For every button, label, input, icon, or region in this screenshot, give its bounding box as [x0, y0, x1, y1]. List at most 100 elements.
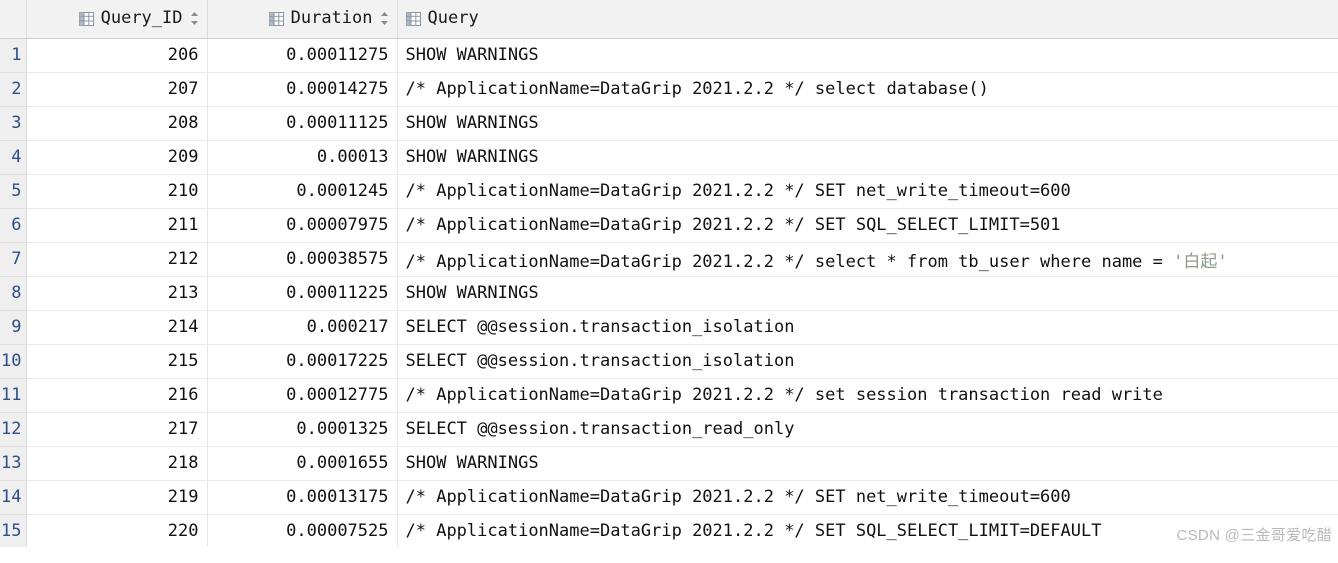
table-row[interactable]: 12 217 0.0001325 SELECT @@session.transacti…	[0, 412, 1338, 447]
cell-query-id[interactable]: 211	[26, 208, 208, 243]
row-number-cell[interactable]: 3	[0, 106, 27, 141]
cell-query[interactable]: SHOW WARNINGS	[397, 106, 1338, 141]
cell-query-id[interactable]: 206	[26, 38, 208, 73]
row-number: 1	[11, 45, 22, 65]
row-number-cell[interactable]: 6	[0, 208, 27, 243]
cell-query[interactable]: SELECT @@session.transaction_isolation	[397, 344, 1338, 379]
table-icon	[268, 11, 284, 26]
sort-toggle-icon[interactable]	[190, 11, 199, 26]
cell-duration[interactable]: 0.00011225	[207, 276, 398, 311]
cell-duration[interactable]: 0.0001245	[207, 174, 398, 209]
column-header-duration[interactable]: Duration	[207, 0, 398, 39]
table-row[interactable]: 1 206 0.00011275 SHOW WARNINGS	[0, 38, 1338, 73]
row-number-column-header[interactable]	[0, 0, 27, 39]
row-number-cell[interactable]: 2	[0, 72, 27, 107]
row-number-cell[interactable]: 10	[0, 344, 27, 379]
cell-duration[interactable]: 0.00013	[207, 140, 398, 175]
cell-duration[interactable]: 0.0001325	[207, 412, 398, 447]
row-number-cell[interactable]: 13	[0, 446, 27, 481]
table-row[interactable]: 13 218 0.0001655 SHOW WARNINGS	[0, 446, 1338, 481]
cell-query-id[interactable]: 210	[26, 174, 208, 209]
row-number: 6	[11, 215, 22, 235]
cell-query-id[interactable]: 218	[26, 446, 208, 481]
cell-query[interactable]: /* ApplicationName=DataGrip 2021.2.2 */ …	[397, 174, 1338, 209]
cell-query-id[interactable]: 208	[26, 106, 208, 141]
table-row[interactable]: 3 208 0.00011125 SHOW WARNINGS	[0, 106, 1338, 141]
table-row[interactable]: 15 220 0.00007525 /* ApplicationName=DataGr…	[0, 514, 1338, 547]
cell-duration[interactable]: 0.00007975	[207, 208, 398, 243]
row-number: 13	[1, 453, 22, 473]
cell-query-id[interactable]: 220	[26, 514, 208, 547]
table-row[interactable]: 4 209 0.00013 SHOW WARNINGS	[0, 140, 1338, 175]
cell-query[interactable]: /* ApplicationName=DataGrip 2021.2.2 */ …	[397, 480, 1338, 515]
cell-query[interactable]: /* ApplicationName=DataGrip 2021.2.2 */ …	[397, 514, 1338, 547]
row-number-cell[interactable]: 9	[0, 310, 27, 345]
row-number: 12	[1, 419, 22, 439]
cell-query-id[interactable]: 213	[26, 276, 208, 311]
row-number-cell[interactable]: 5	[0, 174, 27, 209]
cell-duration[interactable]: 0.00011275	[207, 38, 398, 73]
cell-duration[interactable]: 0.00014275	[207, 72, 398, 107]
cell-query-id[interactable]: 217	[26, 412, 208, 447]
table-row[interactable]: 8 213 0.00011225 SHOW WARNINGS	[0, 276, 1338, 311]
cell-query[interactable]: SHOW WARNINGS	[397, 140, 1338, 175]
cell-query-id[interactable]: 214	[26, 310, 208, 345]
cell-query[interactable]: SHOW WARNINGS	[397, 276, 1338, 311]
row-number: 9	[11, 317, 22, 337]
cell-query[interactable]: SHOW WARNINGS	[397, 38, 1338, 73]
query-text: SELECT @@session.transaction_read_only	[405, 419, 795, 439]
row-number: 11	[1, 385, 22, 405]
cell-query[interactable]: /* ApplicationName=DataGrip 2021.2.2 */ …	[397, 378, 1338, 413]
row-number-cell[interactable]: 15	[0, 514, 27, 547]
query-text: SHOW WARNINGS	[405, 45, 539, 65]
cell-query-id[interactable]: 219	[26, 480, 208, 515]
row-number-cell[interactable]: 14	[0, 480, 27, 515]
table-row[interactable]: 14 219 0.00013175 /* ApplicationName=DataGr…	[0, 480, 1338, 515]
query-text: /* ApplicationName=DataGrip 2021.2.2 */ …	[405, 251, 1174, 272]
row-number-cell[interactable]: 12	[0, 412, 27, 447]
query-text: /* ApplicationName=DataGrip 2021.2.2 */ …	[405, 487, 1071, 507]
table-row[interactable]: 6 211 0.00007975 /* ApplicationName=DataGri…	[0, 208, 1338, 243]
cell-duration[interactable]: 0.000217	[207, 310, 398, 345]
sort-toggle-icon[interactable]	[380, 11, 389, 26]
row-number-cell[interactable]: 1	[0, 38, 27, 73]
table-row[interactable]: 7 212 0.00038575 /* ApplicationName=DataGri…	[0, 242, 1338, 277]
table-row[interactable]: 2 207 0.00014275 /* ApplicationName=DataGri…	[0, 72, 1338, 107]
table-icon	[405, 11, 421, 26]
table-row[interactable]: 5 210 0.0001245 /* ApplicationName=DataGrip…	[0, 174, 1338, 209]
table-row[interactable]: 10 215 0.00017225 SELECT @@session.transact…	[0, 344, 1338, 379]
cell-duration[interactable]: 0.00011125	[207, 106, 398, 141]
table-icon	[78, 11, 94, 26]
cell-duration[interactable]: 0.00017225	[207, 344, 398, 379]
cell-query-id[interactable]: 209	[26, 140, 208, 175]
cell-query-id[interactable]: 216	[26, 378, 208, 413]
cell-query-id[interactable]: 215	[26, 344, 208, 379]
table-header: Query_ID Duration Query	[0, 0, 1338, 39]
cell-query[interactable]: /* ApplicationName=DataGrip 2021.2.2 */ …	[397, 72, 1338, 107]
cell-query[interactable]: SHOW WARNINGS	[397, 446, 1338, 481]
query-text: SHOW WARNINGS	[405, 147, 539, 167]
table-row[interactable]: 9 214 0.000217 SELECT @@session.transaction…	[0, 310, 1338, 345]
row-number-cell[interactable]: 4	[0, 140, 27, 175]
table-body: 1 206 0.00011275 SHOW WARNINGS 2 207 0.0001427…	[0, 38, 1338, 547]
cell-duration[interactable]: 0.00012775	[207, 378, 398, 413]
cell-duration[interactable]: 0.00013175	[207, 480, 398, 515]
cell-duration[interactable]: 0.0001655	[207, 446, 398, 481]
row-number-cell[interactable]: 8	[0, 276, 27, 311]
row-number: 8	[11, 283, 22, 303]
cell-query-id[interactable]: 207	[26, 72, 208, 107]
row-number-cell[interactable]: 11	[0, 378, 27, 413]
cell-duration[interactable]: 0.00007525	[207, 514, 398, 547]
query-results-table: Query_ID Duration Query 1 206 0.00011275…	[0, 0, 1338, 547]
cell-query[interactable]: /* ApplicationName=DataGrip 2021.2.2 */ …	[397, 242, 1338, 277]
column-header-query-id[interactable]: Query_ID	[26, 0, 208, 39]
table-row[interactable]: 11 216 0.00012775 /* ApplicationName=DataGr…	[0, 378, 1338, 413]
column-header-query[interactable]: Query	[397, 0, 1338, 39]
cell-query[interactable]: SELECT @@session.transaction_read_only	[397, 412, 1338, 447]
cell-query-id[interactable]: 212	[26, 242, 208, 277]
cell-query[interactable]: /* ApplicationName=DataGrip 2021.2.2 */ …	[397, 208, 1338, 243]
cell-query[interactable]: SELECT @@session.transaction_isolation	[397, 310, 1338, 345]
cell-duration[interactable]: 0.00038575	[207, 242, 398, 277]
row-number-cell[interactable]: 7	[0, 242, 27, 277]
row-number: 15	[1, 521, 22, 541]
